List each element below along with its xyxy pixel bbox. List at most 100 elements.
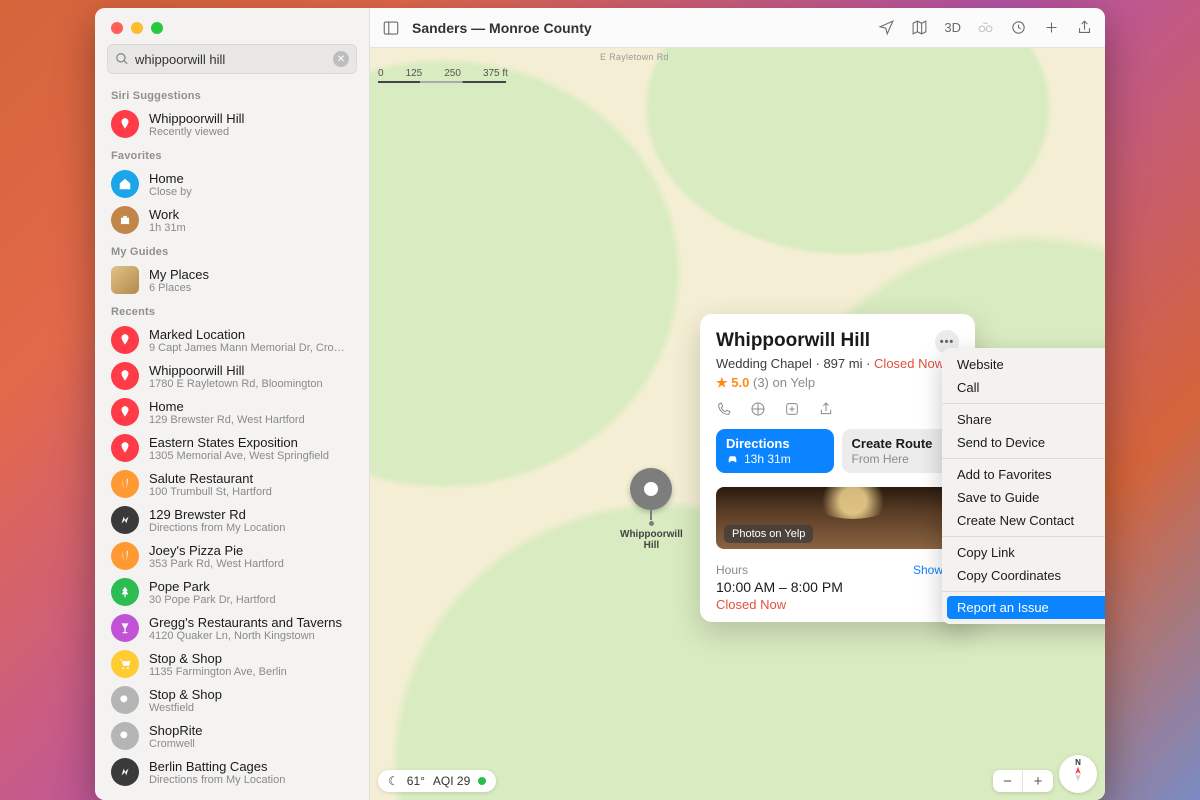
place-photos[interactable]: Photos on Yelp [716, 487, 959, 549]
binoculars-icon [977, 19, 994, 36]
cart-icon [111, 650, 139, 678]
tree-icon [111, 578, 139, 606]
list-item[interactable]: Stop & ShopWestfield [95, 682, 369, 718]
item-sub: 353 Park Rd, West Hartford [149, 558, 353, 570]
list-item[interactable]: HomeClose by [95, 166, 369, 202]
list-item[interactable]: Whippoorwill Hill1780 E Rayletown Rd, Bl… [95, 358, 369, 394]
location-icon[interactable] [878, 19, 895, 36]
list-item[interactable]: Pope Park30 Pope Park Dr, Hartford [95, 574, 369, 610]
weather-widget[interactable]: ☾ 61° AQI 29 [378, 770, 496, 792]
menu-send-to-device[interactable]: Send to Device› [942, 431, 1105, 454]
zoom-out-button[interactable]: − [993, 770, 1023, 792]
hours-label: Hours [716, 563, 748, 577]
add-icon[interactable] [1043, 19, 1060, 36]
clear-search-button[interactable]: ✕ [333, 51, 349, 67]
item-title: Pope Park [149, 579, 353, 594]
add-to-icon[interactable] [784, 401, 800, 417]
map-scale: 0125250375 ft [378, 68, 508, 83]
pin-icon [111, 398, 139, 426]
item-sub: 9 Capt James Mann Memorial Dr, Cromw… [149, 342, 353, 354]
temperature: 61° [407, 774, 425, 788]
place-meta: Wedding Chapel · 897 mi · Closed Now [716, 356, 959, 371]
item-sub: Directions from My Location [149, 522, 353, 534]
menu-copy-coordinates[interactable]: Copy Coordinates [942, 564, 1105, 587]
item-sub: Westfield [149, 702, 353, 714]
minimize-window-button[interactable] [131, 22, 143, 34]
suggestion-whippoorwill-hill[interactable]: Whippoorwill HillRecently viewed [95, 106, 369, 142]
aqi-label: AQI 29 [433, 774, 470, 788]
menu-save-guide[interactable]: Save to Guide› [942, 486, 1105, 509]
place-quick-actions [716, 401, 959, 417]
place-card: Whippoorwill Hill ••• Wedding Chapel · 8… [700, 314, 975, 622]
phone-icon[interactable] [716, 401, 732, 417]
search-icon [115, 52, 129, 66]
list-item[interactable]: Gregg's Restaurants and Taverns4120 Quak… [95, 610, 369, 646]
map-mode-icon[interactable] [911, 19, 928, 36]
pin-icon [111, 362, 139, 390]
item-title: Home [149, 171, 353, 186]
app-window: ✕ Siri Suggestions Whippoorwill HillRece… [95, 8, 1105, 800]
section-siri-suggestions: Siri Suggestions [95, 82, 369, 106]
sidebar-list: Siri Suggestions Whippoorwill HillRecent… [95, 82, 369, 800]
search-field[interactable]: ✕ [107, 44, 357, 74]
website-icon[interactable] [750, 401, 766, 417]
directions-button[interactable]: Directions 13h 31m [716, 429, 834, 473]
item-sub: 1305 Memorial Ave, West Springfield [149, 450, 353, 462]
map-pin-whippoorwill[interactable]: WhippoorwillHill [620, 468, 683, 551]
list-item[interactable]: Stop & Shop1135 Farmington Ave, Berlin [95, 646, 369, 682]
item-sub: 4120 Quaker Ln, North Kingstown [149, 630, 353, 642]
menu-report-issue[interactable]: Report an Issue [947, 596, 1105, 619]
fullscreen-window-button[interactable] [151, 22, 163, 34]
pin-icon [111, 110, 139, 138]
item-sub: Close by [149, 186, 353, 198]
item-sub: 30 Pope Park Dr, Hartford [149, 594, 353, 606]
item-title: 129 Brewster Rd [149, 507, 353, 522]
place-context-menu: Website Call Share› Send to Device› Add … [942, 348, 1105, 624]
settings-icon[interactable] [1010, 19, 1027, 36]
list-item[interactable]: ShopRiteCromwell [95, 718, 369, 754]
sidebar-toggle-icon[interactable] [382, 19, 400, 37]
menu-copy-link[interactable]: Copy Link [942, 541, 1105, 564]
menu-call[interactable]: Call [942, 376, 1105, 399]
route-icon [111, 506, 139, 534]
list-item[interactable]: Eastern States Exposition1305 Memorial A… [95, 430, 369, 466]
list-item[interactable]: Salute Restaurant100 Trumbull St, Hartfo… [95, 466, 369, 502]
fork-icon [111, 470, 139, 498]
page-title: Sanders — Monroe County [412, 20, 592, 36]
item-title: Work [149, 207, 353, 222]
sidebar: ✕ Siri Suggestions Whippoorwill HillRece… [95, 8, 370, 800]
menu-add-favorites[interactable]: Add to Favorites [942, 463, 1105, 486]
aqi-indicator-icon [478, 777, 486, 785]
item-sub: Cromwell [149, 738, 353, 750]
close-window-button[interactable] [111, 22, 123, 34]
3d-toggle[interactable]: 3D [944, 20, 961, 35]
pin-icon [111, 326, 139, 354]
item-sub: 100 Trumbull St, Hartford [149, 486, 353, 498]
menu-website[interactable]: Website [942, 353, 1105, 376]
list-item[interactable]: 129 Brewster RdDirections from My Locati… [95, 502, 369, 538]
menu-create-contact[interactable]: Create New Contact [942, 509, 1105, 532]
item-title: Stop & Shop [149, 687, 353, 702]
search-input[interactable] [135, 52, 333, 67]
item-title: Whippoorwill Hill [149, 111, 353, 126]
item-title: Joey's Pizza Pie [149, 543, 353, 558]
zoom-control: − + [993, 770, 1053, 792]
list-item[interactable]: Home129 Brewster Rd, West Hartford [95, 394, 369, 430]
item-title: Eastern States Exposition [149, 435, 353, 450]
list-item[interactable]: Joey's Pizza Pie353 Park Rd, West Hartfo… [95, 538, 369, 574]
menu-share[interactable]: Share› [942, 408, 1105, 431]
item-sub: Directions from My Location [149, 774, 353, 786]
home-icon [111, 170, 139, 198]
fork-icon [111, 542, 139, 570]
compass-button[interactable]: N [1059, 755, 1097, 793]
list-item[interactable]: Berlin Batting CagesDirections from My L… [95, 754, 369, 790]
share-icon[interactable] [1076, 19, 1093, 36]
toolbar: Sanders — Monroe County 3D [370, 8, 1105, 48]
list-item[interactable]: Marked Location9 Capt James Mann Memoria… [95, 322, 369, 358]
guide-my-places[interactable]: My Places6 Places [95, 262, 369, 298]
share-place-icon[interactable] [818, 401, 834, 417]
item-title: Whippoorwill Hill [149, 363, 353, 378]
zoom-in-button[interactable]: + [1023, 770, 1053, 792]
map-canvas[interactable]: E Rayletown Rd 0125250375 ft Whippoorwil… [370, 48, 1105, 800]
list-item[interactable]: Work1h 31m [95, 202, 369, 238]
